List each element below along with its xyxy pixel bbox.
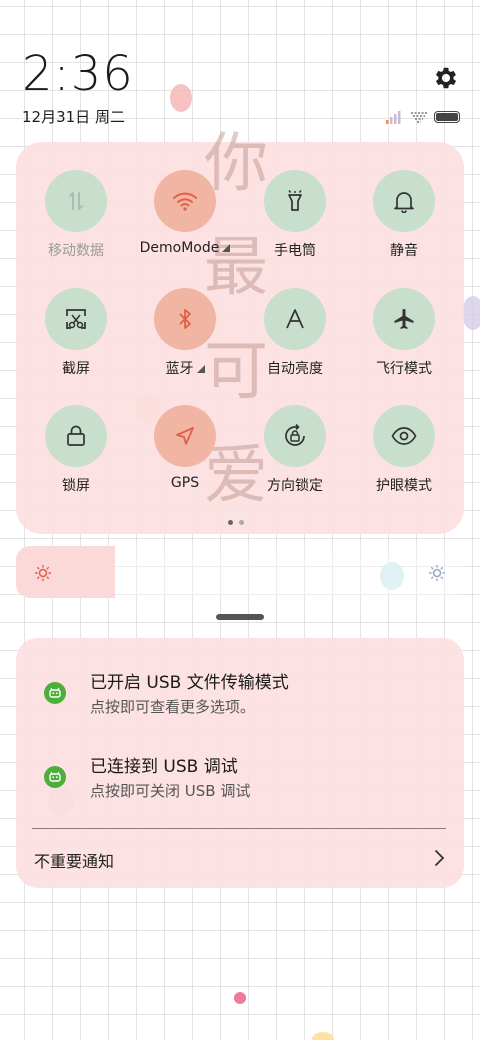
unimportant-notifications-label[interactable]: 不重要通知 — [34, 848, 114, 872]
wallpaper-bubble — [462, 296, 480, 330]
tile-circle[interactable] — [373, 405, 435, 467]
status-icons — [386, 108, 460, 126]
tile-bluetooth[interactable]: 蓝牙 — [130, 288, 240, 378]
brightness-high-icon — [429, 565, 445, 581]
clock[interactable]: 2:36 — [22, 44, 134, 104]
tile-label: 静音 — [390, 243, 418, 259]
notification-body: 点按即可关闭 USB 调试 — [90, 782, 251, 800]
notification-item[interactable]: 已连接到 USB 调试 点按即可关闭 USB 调试 — [16, 752, 464, 812]
tile-screenshot[interactable]: 截屏 — [21, 288, 131, 378]
tile-label: 蓝牙 — [165, 361, 194, 377]
tile-circle[interactable] — [45, 405, 107, 467]
wallpaper-bubble — [170, 84, 192, 112]
tile-auto-brightness[interactable]: 自动亮度 — [240, 288, 350, 378]
page-dot-active — [228, 520, 233, 525]
tile-silent[interactable]: 静音 — [349, 170, 459, 260]
location-icon — [176, 427, 194, 445]
brightness-slider[interactable] — [16, 546, 464, 598]
tile-circle[interactable] — [373, 170, 435, 232]
page-dot — [239, 520, 244, 525]
tile-label: GPS — [170, 475, 200, 491]
android-icon — [44, 682, 66, 704]
notification-card: 已开启 USB 文件传输模式 点按即可查看更多选项。 已连接到 USB 调试 点… — [16, 638, 464, 888]
tile-circle[interactable] — [154, 405, 216, 467]
notification-title: 已开启 USB 文件传输模式 — [90, 673, 289, 693]
drag-handle[interactable] — [216, 614, 264, 620]
tile-label: 手电筒 — [274, 243, 316, 259]
tile-label: 锁屏 — [62, 478, 90, 494]
brightness-fill[interactable] — [16, 546, 115, 598]
tile-label: 飞行模式 — [376, 361, 432, 377]
tile-circle[interactable] — [45, 170, 107, 232]
wifi-status-icon — [411, 112, 427, 123]
signal-icon — [386, 111, 401, 124]
wallpaper-heart — [234, 992, 246, 1004]
tile-label: DemoMode — [139, 240, 220, 256]
brightness-low-icon — [35, 565, 51, 581]
tile-circle[interactable] — [264, 405, 326, 467]
page-indicator — [228, 520, 244, 525]
wifi-icon — [173, 192, 197, 211]
bell-icon — [394, 192, 414, 213]
notification-title: 已连接到 USB 调试 — [90, 757, 238, 777]
tile-label: 方向锁定 — [267, 478, 323, 494]
airplane-icon — [394, 309, 414, 329]
android-icon — [44, 766, 66, 788]
auto-brightness-icon — [286, 309, 304, 329]
chevron-right-icon[interactable] — [432, 848, 446, 868]
tile-circle[interactable] — [264, 170, 326, 232]
tile-rotation-lock[interactable]: 方向锁定 — [240, 405, 350, 495]
tile-airplane[interactable]: 飞行模式 — [349, 288, 459, 378]
tile-circle[interactable] — [264, 288, 326, 350]
bluetooth-icon — [179, 309, 191, 329]
mobile-data-icon — [69, 192, 83, 210]
tile-eye-comfort[interactable]: 护眼模式 — [349, 405, 459, 495]
divider — [32, 828, 446, 829]
tile-label: 护眼模式 — [376, 478, 432, 494]
tile-mobile-data[interactable]: 移动数据 — [21, 170, 131, 260]
flashlight-icon — [288, 190, 302, 211]
tile-circle[interactable] — [373, 288, 435, 350]
tile-wifi[interactable]: DemoMode — [130, 170, 240, 256]
notification-item[interactable]: 已开启 USB 文件传输模式 点按即可查看更多选项。 — [16, 668, 464, 728]
date[interactable]: 12月31日 周二 — [22, 106, 125, 127]
tile-circle[interactable] — [154, 288, 216, 350]
tile-circle[interactable] — [154, 170, 216, 232]
tile-label: 移动数据 — [48, 243, 104, 259]
battery-icon — [434, 111, 460, 123]
eye-icon — [391, 427, 417, 445]
tile-circle[interactable] — [45, 288, 107, 350]
tile-label: 截屏 — [62, 361, 90, 377]
tile-lock-screen[interactable]: 锁屏 — [21, 405, 131, 495]
expand-icon[interactable] — [196, 365, 205, 373]
tile-flashlight[interactable]: 手电筒 — [240, 170, 350, 260]
screenshot-icon — [66, 309, 86, 329]
lock-icon — [67, 425, 85, 446]
tile-gps[interactable]: GPS — [130, 405, 240, 491]
gear-icon[interactable] — [432, 64, 460, 92]
expand-icon[interactable] — [222, 244, 231, 252]
notification-body: 点按即可查看更多选项。 — [90, 698, 256, 716]
rotation-lock-icon — [285, 423, 305, 446]
tile-label: 自动亮度 — [267, 361, 323, 377]
wallpaper-bubble — [312, 1032, 334, 1040]
